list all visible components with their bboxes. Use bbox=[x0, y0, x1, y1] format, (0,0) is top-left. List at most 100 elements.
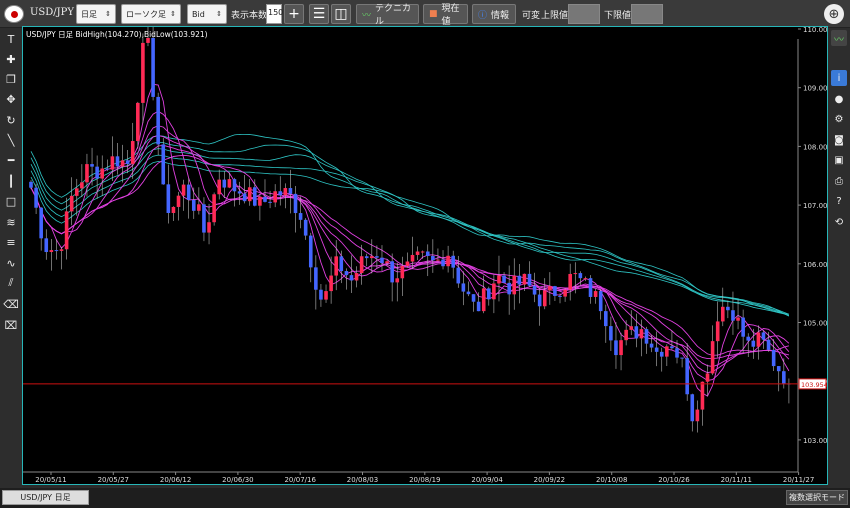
candle bbox=[227, 179, 232, 188]
candle bbox=[690, 394, 695, 422]
candle bbox=[308, 235, 313, 268]
technical-chart-icon[interactable]: 〰 bbox=[831, 30, 847, 46]
candle bbox=[537, 294, 542, 307]
price-type-select[interactable]: Bid ⇕ bbox=[187, 4, 227, 24]
current-value-button[interactable]: ■ 現在値 bbox=[423, 4, 468, 27]
wave-icon[interactable]: ∿ bbox=[2, 254, 20, 272]
candlestick-chart[interactable]: 110.000 109.000 108.000 107.000 106.000 105.0… bbox=[23, 27, 827, 484]
candle bbox=[700, 381, 705, 410]
candle bbox=[532, 285, 537, 295]
candle bbox=[354, 273, 359, 281]
candle bbox=[741, 317, 745, 337]
speech-bubble-icon: ■ bbox=[429, 9, 438, 19]
info-button[interactable]: ⓘ 情報 bbox=[472, 4, 516, 24]
candle bbox=[639, 329, 644, 339]
print-icon[interactable]: ⎙ bbox=[831, 173, 847, 189]
candle bbox=[100, 168, 105, 179]
upper-limit-input[interactable] bbox=[568, 4, 600, 24]
candle bbox=[695, 409, 700, 422]
globe-icon[interactable]: ⊕ bbox=[824, 4, 844, 24]
candle bbox=[451, 255, 455, 268]
rectangle-icon[interactable]: □ bbox=[2, 192, 20, 210]
text-tool-icon[interactable]: T bbox=[2, 30, 20, 48]
candle bbox=[319, 289, 323, 300]
channel-icon[interactable]: ⫽ bbox=[2, 274, 20, 292]
y-tick-label: 106.000 bbox=[803, 261, 827, 269]
refresh-icon[interactable]: ⟲ bbox=[831, 214, 847, 230]
ma-slow-line bbox=[30, 141, 790, 317]
candle bbox=[512, 275, 517, 295]
move-icon[interactable]: ✥ bbox=[2, 90, 20, 108]
help-icon[interactable]: ? bbox=[831, 193, 847, 209]
fibonacci-retracement-icon[interactable]: ≡ bbox=[2, 233, 20, 251]
technical-button[interactable]: 〰 テクニカル bbox=[356, 4, 419, 27]
timeframe-select[interactable]: 日足 ⇕ bbox=[76, 4, 116, 24]
chart-window[interactable]: USD/JPY 日足 BidHigh(104.270),BidLow(103.9… bbox=[22, 26, 828, 485]
crosshair-icon[interactable]: ✚ bbox=[2, 50, 20, 68]
info-icon: ⓘ bbox=[478, 10, 488, 21]
x-tick-label: 20/06/30 bbox=[222, 476, 253, 484]
candle bbox=[176, 195, 181, 207]
candle bbox=[247, 187, 252, 202]
top-toolbar: USD/JPY 日足 ⇕ ローソク足 ⇕ Bid ⇕ 表示本数 150 + ☰ ◫ 〰… bbox=[0, 0, 850, 28]
gear-icon[interactable]: ⚙ bbox=[831, 111, 847, 127]
candle bbox=[441, 259, 445, 267]
candle bbox=[563, 289, 567, 297]
ma-slow-line bbox=[30, 133, 789, 315]
info-icon[interactable]: i bbox=[831, 70, 847, 86]
rotate-icon[interactable]: ↻ bbox=[2, 111, 20, 129]
fibonacci-fan-icon[interactable]: ≋ bbox=[2, 213, 20, 231]
candle bbox=[115, 156, 120, 167]
candle bbox=[431, 255, 435, 261]
eraser-icon[interactable]: ⌫ bbox=[2, 295, 20, 313]
candle bbox=[558, 295, 562, 297]
candle bbox=[390, 261, 394, 283]
camera-icon[interactable]: ◙ bbox=[831, 132, 847, 148]
candle bbox=[334, 256, 338, 276]
candle bbox=[212, 194, 216, 223]
chart-type-select[interactable]: ローソク足 ⇕ bbox=[121, 4, 181, 24]
candle bbox=[609, 326, 613, 341]
candle bbox=[232, 179, 237, 192]
layers-icon[interactable]: ❐ bbox=[2, 70, 20, 88]
delete-icon[interactable]: ⌧ bbox=[2, 316, 20, 334]
trendline-icon[interactable]: ╲ bbox=[2, 131, 20, 149]
candle bbox=[629, 326, 634, 330]
ma-fast-line bbox=[30, 144, 790, 360]
candle bbox=[298, 213, 303, 220]
candle bbox=[191, 199, 196, 211]
display-count-input[interactable]: 150 bbox=[266, 4, 283, 24]
candle bbox=[110, 156, 115, 170]
candle bbox=[288, 188, 293, 194]
x-tick-label: 20/08/19 bbox=[409, 476, 440, 484]
horizontal-line-icon[interactable]: ━ bbox=[2, 151, 20, 169]
save-icon[interactable]: ▣ bbox=[831, 152, 847, 168]
chart-tab[interactable]: USD/JPY 日足 bbox=[2, 490, 89, 505]
candle bbox=[705, 373, 710, 382]
candle bbox=[242, 193, 247, 202]
candle bbox=[598, 291, 603, 312]
candle bbox=[268, 201, 272, 203]
add-button[interactable]: + bbox=[284, 4, 304, 24]
ma-slow-line bbox=[30, 148, 790, 315]
us-flag-icon[interactable] bbox=[4, 5, 24, 23]
candle bbox=[527, 273, 532, 286]
technical-label: テクニカル bbox=[375, 4, 412, 27]
bulb-icon[interactable]: ● bbox=[831, 91, 847, 107]
candle bbox=[522, 273, 527, 285]
candle bbox=[776, 366, 781, 372]
candle bbox=[654, 347, 659, 352]
split-layout-icon[interactable]: ◫ bbox=[331, 4, 351, 24]
candle bbox=[502, 275, 506, 283]
single-layout-icon[interactable]: ☰ bbox=[309, 4, 329, 24]
lower-limit-input[interactable] bbox=[631, 4, 663, 24]
candle bbox=[425, 251, 430, 256]
candle bbox=[171, 206, 176, 213]
candle bbox=[95, 166, 99, 179]
candle bbox=[54, 250, 59, 252]
x-tick-label: 20/11/27 bbox=[783, 476, 814, 484]
candle bbox=[405, 261, 410, 266]
multi-select-mode-button[interactable]: 複数選択モード bbox=[786, 490, 848, 505]
candle bbox=[339, 256, 344, 272]
vertical-line-icon[interactable]: ┃ bbox=[2, 172, 20, 190]
